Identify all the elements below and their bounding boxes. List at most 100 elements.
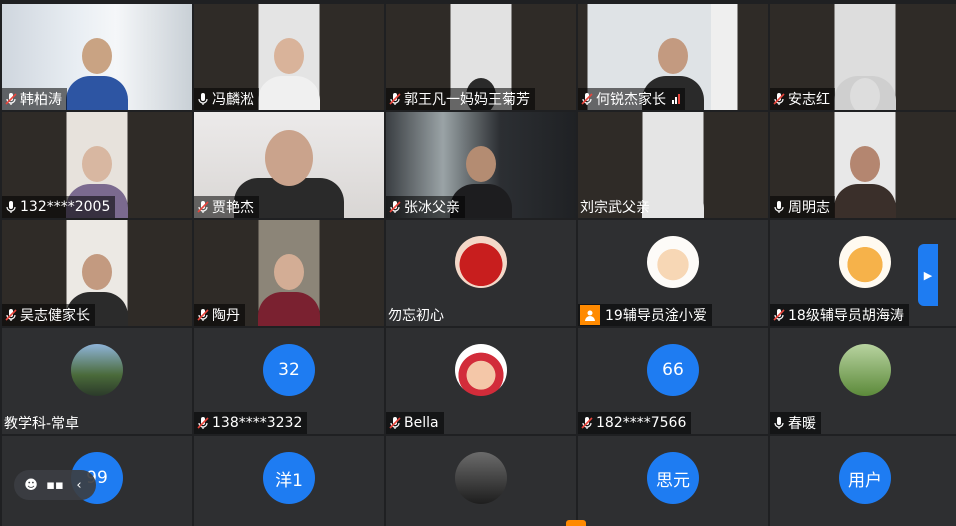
- participant-tile[interactable]: 勿忘初心: [386, 220, 576, 326]
- mic-muted-icon: [580, 92, 594, 106]
- mic-icon: [772, 416, 786, 430]
- name-tag: Bella: [386, 412, 444, 434]
- participant-tile[interactable]: 洋1: [194, 436, 384, 526]
- mic-muted-icon: [388, 92, 402, 106]
- mic-muted-icon: [580, 416, 594, 430]
- person-icon: [580, 305, 600, 325]
- chat-icon[interactable]: ▪▪: [46, 476, 64, 494]
- mic-muted-icon: [4, 308, 18, 322]
- mic-muted-icon: [388, 200, 402, 214]
- participant-tile[interactable]: 韩柏涛: [2, 4, 192, 110]
- name-tag: 19辅导员淦小爱: [578, 304, 712, 326]
- mic-muted-icon: [4, 92, 18, 106]
- mic-muted-icon: [388, 416, 402, 430]
- cartoon-tiger-avatar: [839, 236, 891, 288]
- name-tag: 安志红: [770, 88, 835, 110]
- participant-name: Bella: [404, 415, 439, 431]
- garden-avatar: [839, 344, 891, 396]
- bottom-indicator: [566, 520, 586, 526]
- participant-tile[interactable]: 周明志: [770, 112, 956, 218]
- emoji-icon[interactable]: ☻: [22, 476, 40, 494]
- avatar: 洋1: [263, 452, 315, 504]
- participant-tile[interactable]: 安志红: [770, 4, 956, 110]
- name-tag: 陶丹: [194, 304, 245, 326]
- chevron-left-icon[interactable]: ‹: [70, 476, 88, 494]
- participant-name: 周明志: [788, 200, 830, 216]
- floating-toolbar: ☻ ▪▪ ‹: [14, 470, 96, 500]
- name-tag: 春暖: [770, 412, 821, 434]
- jersey-14-avatar: [455, 236, 507, 288]
- participant-tile[interactable]: 陶丹: [194, 220, 384, 326]
- participant-tile[interactable]: 教学科-常卓: [2, 328, 192, 434]
- participant-name: 何锐杰家长: [596, 92, 666, 108]
- mic-icon: [196, 92, 210, 106]
- participant-name: 陶丹: [212, 308, 240, 324]
- participant-tile[interactable]: 何锐杰家长: [578, 4, 768, 110]
- signal-icon: [672, 94, 680, 104]
- participant-name: 郭王凡一妈妈王菊芳: [404, 92, 530, 108]
- chevron-right-icon: ▶: [923, 268, 933, 282]
- participant-name: 138****3232: [212, 415, 303, 431]
- name-tag: 韩柏涛: [2, 88, 67, 110]
- next-page-button[interactable]: ▶: [918, 244, 938, 306]
- participant-name: 19辅导员淦小爱: [605, 308, 707, 324]
- participant-name: 张冰父亲: [404, 200, 460, 216]
- participant-tile[interactable]: 春暖: [770, 328, 956, 434]
- participant-name: 132****2005: [20, 199, 111, 215]
- participant-tile[interactable]: 132****2005: [2, 112, 192, 218]
- participant-name: 勿忘初心: [388, 308, 444, 324]
- mic-muted-icon: [772, 92, 786, 106]
- minnie-girl-avatar: [455, 344, 507, 396]
- name-tag: 刘宗武父亲: [578, 196, 655, 218]
- participant-name: 教学科-常卓: [4, 416, 80, 432]
- mic-muted-icon: [196, 308, 210, 322]
- name-tag: 周明志: [770, 196, 835, 218]
- participant-tile[interactable]: 19辅导员淦小爱: [578, 220, 768, 326]
- participant-name: 18级辅导员胡海涛: [788, 308, 904, 324]
- name-tag: 郭王凡一妈妈王菊芳: [386, 88, 535, 110]
- name-tag: 教学科-常卓: [2, 412, 84, 434]
- participant-tile[interactable]: 张冰父亲: [386, 112, 576, 218]
- avatar: 66: [647, 344, 699, 396]
- avatar: 32: [263, 344, 315, 396]
- name-tag: 132****2005: [2, 196, 116, 218]
- name-tag: 张冰父亲: [386, 196, 465, 218]
- avatar: 用户: [839, 452, 891, 504]
- name-tag: 何锐杰家长: [578, 88, 685, 110]
- video-grid: 韩柏涛 冯麟淞 郭王凡一妈妈王菊芳 何锐杰家长 安志红 132****2005 贾艳杰 张冰父…: [2, 4, 956, 526]
- participant-name: 安志红: [788, 92, 830, 108]
- name-tag: 贾艳杰: [194, 196, 259, 218]
- participant-tile[interactable]: 刘宗武父亲: [578, 112, 768, 218]
- mic-icon: [772, 200, 786, 214]
- participant-tile[interactable]: [386, 436, 576, 526]
- participant-tile[interactable]: 用户: [770, 436, 956, 526]
- participant-tile[interactable]: Bella: [386, 328, 576, 434]
- participant-name: 冯麟淞: [212, 92, 254, 108]
- participant-tile[interactable]: 吴志健家长: [2, 220, 192, 326]
- participant-name: 韩柏涛: [20, 92, 62, 108]
- name-tag: 182****7566: [578, 412, 692, 434]
- name-tag: 18级辅导员胡海涛: [770, 304, 909, 326]
- group-photo-avatar: [71, 344, 123, 396]
- participant-name: 吴志健家长: [20, 308, 90, 324]
- participant-tile[interactable]: 思元: [578, 436, 768, 526]
- dark-photo-avatar: [455, 452, 507, 504]
- name-tag: 勿忘初心: [386, 304, 449, 326]
- participant-name: 182****7566: [596, 415, 687, 431]
- mic-muted-icon: [772, 308, 786, 322]
- participant-tile[interactable]: 贾艳杰: [194, 112, 384, 218]
- participant-tile[interactable]: 冯麟淞: [194, 4, 384, 110]
- name-tag: 冯麟淞: [194, 88, 259, 110]
- name-tag: 138****3232: [194, 412, 308, 434]
- mic-muted-icon: [196, 416, 210, 430]
- participant-name: 贾艳杰: [212, 200, 254, 216]
- participant-tile[interactable]: 32 138****3232: [194, 328, 384, 434]
- participant-tile[interactable]: 郭王凡一妈妈王菊芳: [386, 4, 576, 110]
- avatar: 思元: [647, 452, 699, 504]
- participant-name: 刘宗武父亲: [580, 200, 650, 216]
- participant-name: 春暖: [788, 416, 816, 432]
- cartoon-girl-avatar: [647, 236, 699, 288]
- participant-tile[interactable]: 66 182****7566: [578, 328, 768, 434]
- mic-muted-icon: [196, 200, 210, 214]
- name-tag: 吴志健家长: [2, 304, 95, 326]
